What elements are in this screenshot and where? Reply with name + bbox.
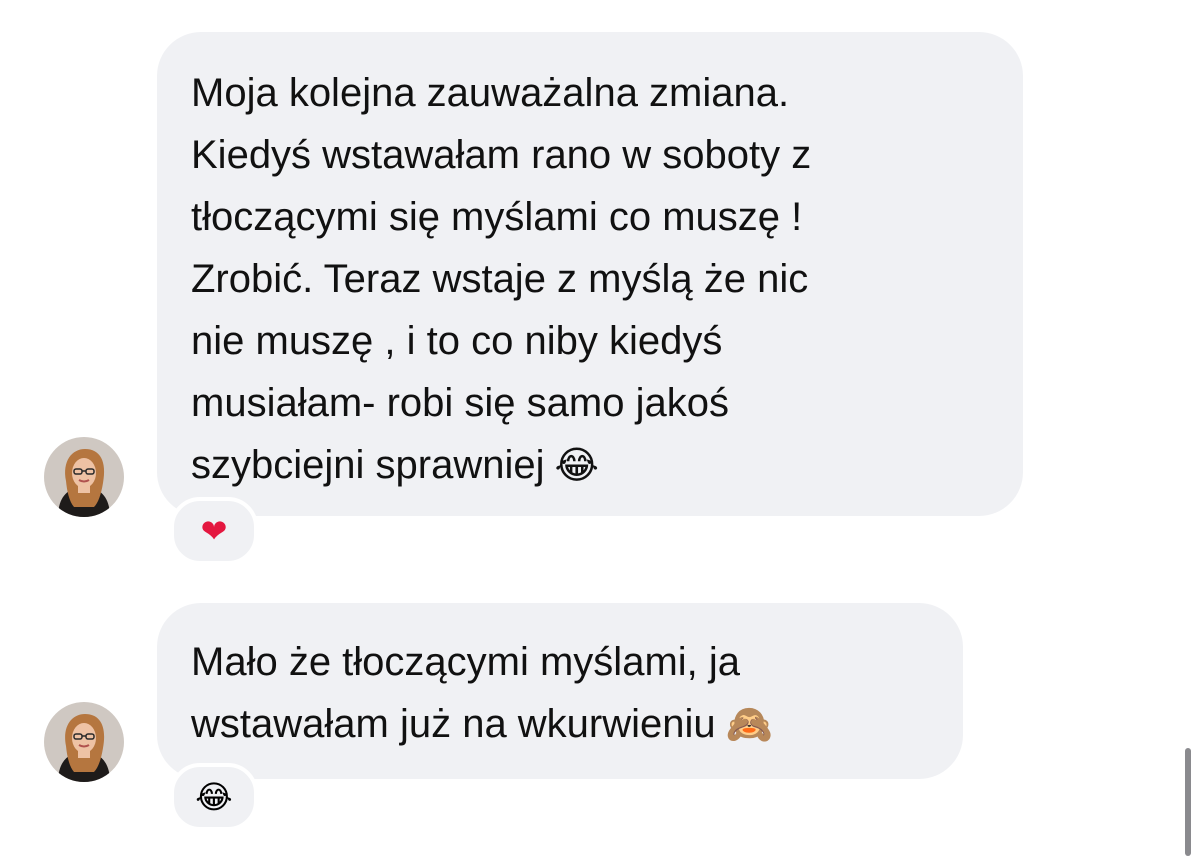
message-line: musiałam- robi się samo jakoś [191,381,729,425]
heart-icon: ❤ [200,512,228,550]
message-line: nie muszę , i to co niby kiedyś [191,319,723,363]
message-bubble[interactable]: Mało że tłoczącymi myślami, ja wstawałam… [157,603,963,779]
message-line-last: wstawałam już na wkurwieniu 🙈 [191,693,943,755]
avatar[interactable] [44,702,124,782]
message-line: Kiedyś wstawałam rano w soboty z [191,133,812,177]
message-line-last: szybciejni sprawniej 😂 [191,434,1003,496]
user-photo-icon [44,437,124,517]
message-line: Moja kolejna zauważalna zmiana. [191,71,790,115]
reaction-heart[interactable]: ❤ [170,497,258,565]
message-line: tłoczącymi się myślami co muszę ! [191,195,803,239]
message-line: Zrobić. Teraz wstaje z myślą że nic [191,257,809,301]
laughing-emoji-icon: 😂 [195,778,233,816]
avatar[interactable] [44,437,124,517]
message-line-text: wstawałam już na wkurwieniu [191,702,716,746]
message-line: Mało że tłoczącymi myślami, ja [191,640,741,684]
see-no-evil-monkey-icon: 🙈 [725,702,773,746]
user-photo-icon [44,702,124,782]
reaction-laugh[interactable]: 😂 [170,763,258,831]
laughing-emoji-icon: 😂 [554,443,599,487]
message-bubble[interactable]: Moja kolejna zauważalna zmiana. Kiedyś w… [157,32,1023,516]
message-line-text: szybciejni sprawniej [191,443,545,487]
scrollbar[interactable] [1185,748,1191,856]
